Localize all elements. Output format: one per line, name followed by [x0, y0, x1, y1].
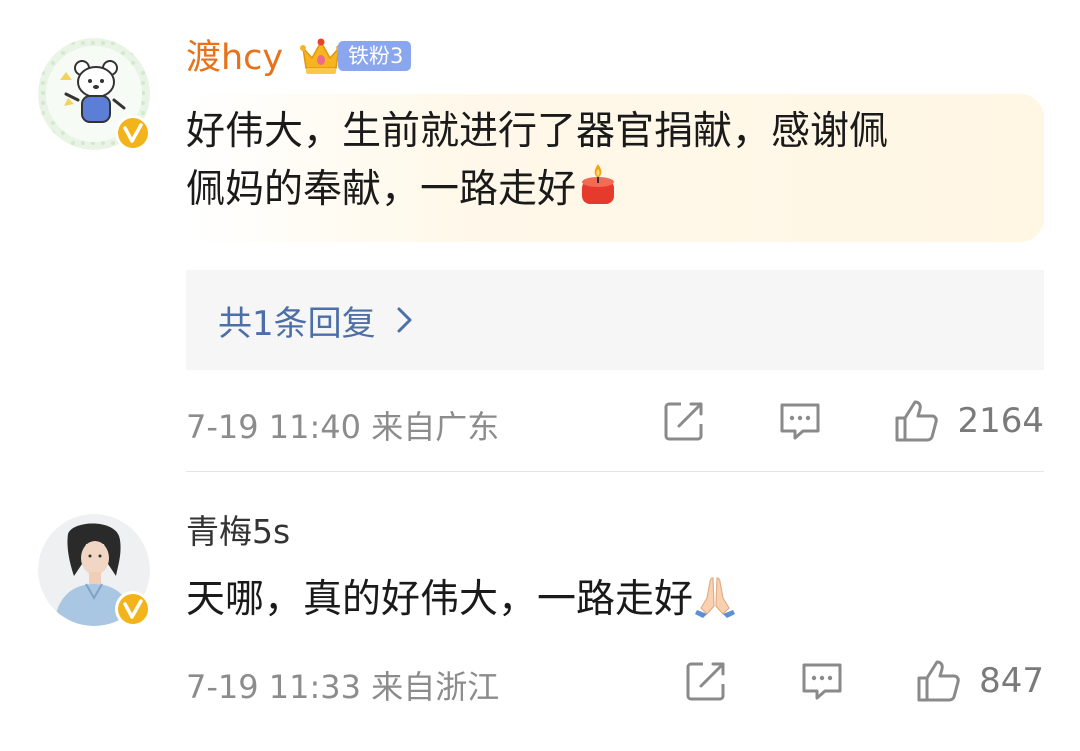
- comment-text-line: 好伟大，生前就进行了器官捐献，感谢佩: [186, 109, 889, 154]
- praying-hands-emoji-icon: [695, 577, 736, 618]
- location: 来自广东: [371, 408, 500, 446]
- comment-item: 青梅5s 天哪，真的好伟大，一路走好 7-19 11:33 来自浙江 847: [0, 472, 1080, 751]
- replies-link[interactable]: 共1条回复: [186, 270, 1044, 370]
- share-icon[interactable]: [661, 398, 707, 444]
- like-icon[interactable]: [915, 658, 961, 704]
- timestamp: 7-19 11:40: [186, 408, 362, 446]
- comment-actions: 2164: [661, 398, 1044, 444]
- fan-badge[interactable]: 铁粉3: [298, 34, 412, 78]
- comment-text: 好伟大，生前就进行了器官捐献，感谢佩 佩妈的奉献，一路走好: [186, 104, 888, 218]
- comment-text-segment: 佩妈的奉献，一路走好: [186, 167, 577, 212]
- candle-emoji-icon: [582, 164, 615, 204]
- location: 来自浙江: [371, 668, 500, 706]
- verified-badge-icon: [115, 591, 151, 627]
- comment-text-segment: 天哪，真的好伟大，一路走好: [186, 577, 694, 622]
- username[interactable]: 青梅5s: [186, 510, 290, 554]
- reply-count: 共1条回复: [218, 303, 376, 344]
- like-icon[interactable]: [893, 398, 939, 444]
- avatar[interactable]: [38, 514, 151, 627]
- verified-badge-icon: [115, 115, 151, 151]
- comment-actions: 847: [683, 658, 1044, 704]
- like-count: 847: [979, 661, 1044, 701]
- timestamp: 7-19 11:33: [186, 668, 362, 706]
- comment-icon[interactable]: [777, 398, 823, 444]
- comment-text-line: 佩妈的奉献，一路走好: [186, 160, 888, 218]
- comment-text: 天哪，真的好伟大，一路走好: [186, 570, 737, 628]
- chevron-right-icon: [397, 307, 412, 333]
- comment-item: 渡hcy 铁粉3 好伟大，生前就进行了器官捐献，感谢佩 佩妈的奉献，一路走好 共…: [0, 0, 1080, 472]
- avatar[interactable]: [38, 38, 151, 151]
- fan-badge-label: 铁粉3: [338, 41, 412, 71]
- like-count: 2164: [957, 401, 1044, 441]
- comment-meta: 7-19 11:33 来自浙江: [186, 662, 499, 708]
- comment-meta: 7-19 11:40 来自广东: [186, 402, 499, 448]
- username[interactable]: 渡hcy: [186, 36, 283, 80]
- share-icon[interactable]: [683, 658, 729, 704]
- comment-icon[interactable]: [799, 658, 845, 704]
